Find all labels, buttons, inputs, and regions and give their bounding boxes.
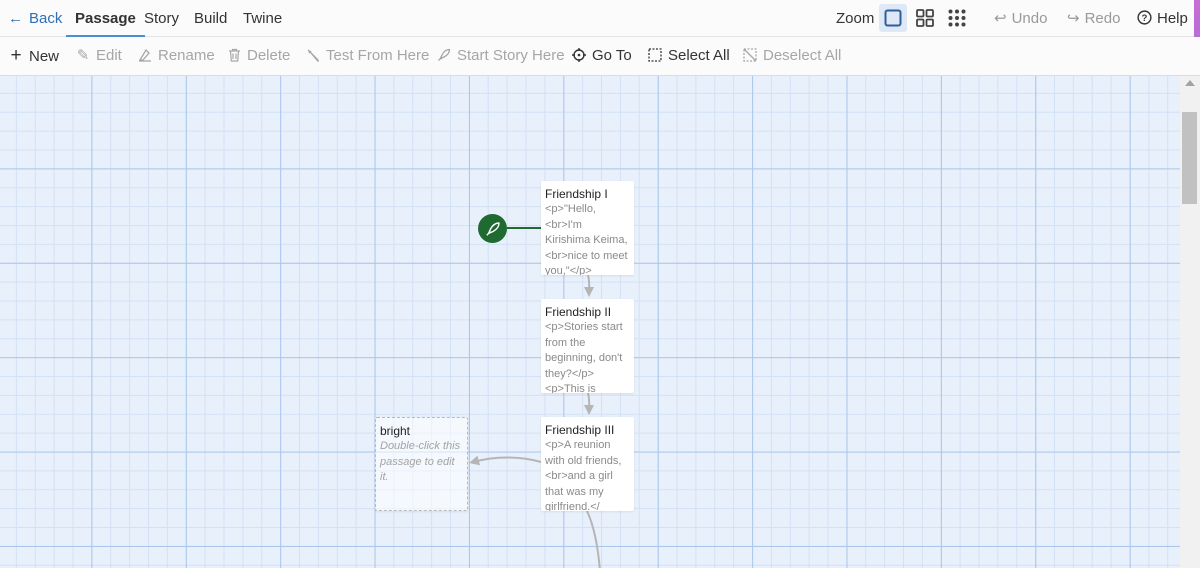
help-label: Help	[1157, 10, 1188, 27]
redo-label: Redo	[1084, 10, 1121, 27]
delete-button[interactable]: Delete	[227, 37, 290, 75]
svg-text:?: ?	[1142, 13, 1148, 23]
square-icon	[884, 9, 902, 27]
passage-toolbar: + New ✎ Edit Rename Delete Test From Here	[0, 37, 1200, 76]
redo-button[interactable]: ↪ Redo	[1067, 0, 1120, 37]
tool-icon	[306, 37, 320, 75]
link-arrow-3-bright	[469, 455, 542, 466]
new-label: New	[29, 48, 60, 65]
deselect-all-label: Deselect All	[763, 47, 842, 64]
start-passage-marker	[478, 214, 507, 243]
test-label: Test From Here	[326, 47, 430, 64]
passage-title: Friendship III	[545, 423, 615, 437]
pencil-icon: ✎	[76, 47, 90, 64]
passage-title: bright	[380, 424, 411, 438]
passage-excerpt: Double-click this passage to edit it.	[380, 440, 461, 484]
select-all-label: Select All	[668, 47, 730, 64]
rocket-icon	[437, 37, 451, 75]
link-arrow-1-2	[584, 274, 595, 297]
edit-button[interactable]: ✎ Edit	[76, 37, 122, 75]
passage-excerpt: <p>Stories start from the beginning, don…	[545, 321, 623, 393]
back-label: Back	[29, 10, 63, 27]
passage-card-placeholder[interactable]: bright Double-click this passage to edit…	[375, 417, 468, 511]
rocket-icon	[485, 221, 500, 236]
passage-title: Friendship I	[545, 187, 608, 201]
zoom-30-button[interactable]	[943, 4, 971, 32]
grid-2x2-icon	[916, 9, 934, 27]
start-label: Start Story Here	[457, 47, 565, 64]
help-button[interactable]: ? Help	[1137, 0, 1188, 37]
passage-card[interactable]: Friendship I <p>"Hello,<br>I'm Kirishima…	[541, 181, 634, 275]
scrollbar-thumb[interactable]	[1182, 112, 1197, 204]
help-icon: ?	[1137, 0, 1152, 37]
passage-excerpt: <p>A reunion with old friends,<br>and a …	[545, 439, 622, 511]
rename-icon	[138, 37, 152, 75]
go-to-button[interactable]: Go To	[572, 37, 632, 75]
scroll-up-arrow-icon[interactable]	[1185, 80, 1195, 86]
passage-excerpt: <p>"Hello,<br>I'm Kirishima Keima,<br>ni…	[545, 203, 628, 275]
delete-label: Delete	[247, 47, 291, 64]
passage-card[interactable]: Friendship II <p>Stories start from the …	[541, 299, 634, 393]
deselect-all-icon	[743, 37, 757, 75]
top-bar: ← Back Passage Story Build Twine Zoom ↩ Un…	[0, 0, 1200, 37]
select-all-button[interactable]: Select All	[648, 37, 730, 75]
link-arrow-2-3	[584, 392, 595, 415]
undo-icon: ↩	[994, 10, 1007, 27]
tab-story[interactable]: Story	[144, 0, 179, 37]
zoom-60-button[interactable]	[911, 4, 939, 32]
undo-label: Undo	[1011, 10, 1048, 27]
zoom-label: Zoom	[836, 10, 875, 27]
test-from-here-button[interactable]: Test From Here	[306, 37, 429, 75]
plus-icon: +	[10, 45, 22, 66]
new-passage-button[interactable]: + New	[9, 37, 59, 75]
tab-twine[interactable]: Twine	[243, 0, 282, 37]
goto-label: Go To	[592, 47, 632, 64]
select-all-icon	[648, 37, 662, 75]
redo-icon: ↪	[1067, 10, 1080, 27]
back-button[interactable]: ← Back	[8, 0, 62, 37]
deselect-all-button[interactable]: Deselect All	[743, 37, 841, 75]
trash-icon	[227, 37, 241, 75]
passage-card[interactable]: Friendship III <p>A reunion with old fri…	[541, 417, 634, 511]
crosshair-icon	[572, 37, 586, 75]
grid-dots-icon	[948, 9, 966, 27]
rename-label: Rename	[158, 47, 215, 64]
zoom-100-button[interactable]	[879, 4, 907, 32]
story-map-canvas[interactable]: Friendship I <p>"Hello,<br>I'm Kirishima…	[0, 76, 1180, 568]
start-story-here-button[interactable]: Start Story Here	[437, 37, 565, 75]
edit-label: Edit	[96, 47, 122, 64]
undo-button[interactable]: ↩ Undo	[994, 0, 1047, 37]
tab-build[interactable]: Build	[194, 0, 227, 37]
passage-title: Friendship II	[545, 305, 612, 319]
arrow-left-icon: ←	[8, 10, 23, 27]
tab-passage[interactable]: Passage	[66, 0, 145, 37]
rename-button[interactable]: Rename	[138, 37, 215, 75]
link-arrow-3-offscreen	[586, 510, 601, 568]
